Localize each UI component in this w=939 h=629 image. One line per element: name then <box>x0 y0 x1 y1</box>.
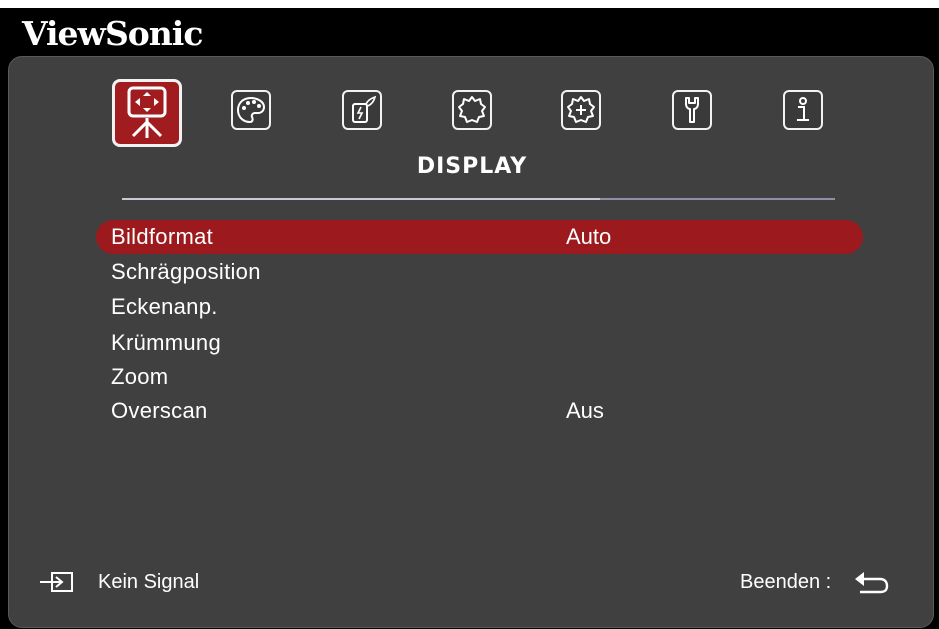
menu-item-eckenanp[interactable]: Eckenanp. <box>96 290 863 324</box>
palette-icon <box>236 96 266 124</box>
section-divider <box>122 198 600 200</box>
menu-item-zoom[interactable]: Zoom <box>96 360 863 394</box>
tab-color[interactable] <box>231 90 271 130</box>
signal-status-text: Kein Signal <box>98 571 200 593</box>
display-icon <box>127 86 167 138</box>
menu-item-value: Auto <box>566 224 612 249</box>
tab-information[interactable] <box>783 90 823 130</box>
gear-icon <box>458 96 486 123</box>
return-icon <box>855 572 889 594</box>
menu-item-label: Overscan <box>111 398 208 423</box>
advanced-gear-icon <box>567 96 595 123</box>
exit-hint[interactable]: Beenden : <box>740 569 900 599</box>
menu-item-bildformat[interactable]: Bildformat Auto <box>96 220 863 254</box>
exit-label: Beenden : <box>740 571 832 593</box>
tab-basic[interactable] <box>452 90 492 130</box>
menu-item-schraegposition[interactable]: Schrägposition <box>96 255 863 289</box>
tab-power[interactable] <box>342 90 382 130</box>
menu-item-overscan[interactable]: Overscan Aus <box>96 394 863 428</box>
section-title: DISPLAY <box>416 154 528 179</box>
tab-management[interactable] <box>672 90 712 130</box>
menu-item-label: Schrägposition <box>111 259 261 284</box>
menu-item-label: Zoom <box>111 364 169 389</box>
menu-item-label: Krümmung <box>111 330 221 355</box>
wrench-icon <box>685 97 699 123</box>
input-source-icon <box>40 572 73 592</box>
tab-advanced[interactable] <box>561 90 601 130</box>
info-icon <box>797 97 809 121</box>
menu-item-value: Aus <box>566 398 604 423</box>
section-divider-end <box>600 198 835 200</box>
menu-item-label: Bildformat <box>111 224 214 249</box>
menu-item-kruemmung[interactable]: Krümmung <box>96 326 863 360</box>
menu-item-label: Eckenanp. <box>111 294 218 319</box>
power-icon <box>352 95 377 123</box>
brand-logo: ViewSonic <box>22 14 203 53</box>
tab-display[interactable] <box>112 79 182 147</box>
